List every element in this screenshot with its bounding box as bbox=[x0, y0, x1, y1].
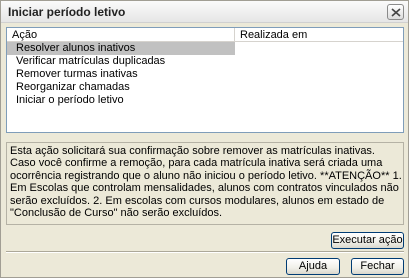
row-done-at bbox=[235, 81, 403, 94]
close-icon bbox=[391, 8, 401, 17]
row-action-label: Verificar matrículas duplicadas bbox=[16, 55, 166, 67]
row-done-at bbox=[235, 42, 403, 55]
list-row-start-period[interactable]: Iniciar o período letivo bbox=[7, 94, 403, 107]
list-row-remove-classes[interactable]: Remover turmas inativas bbox=[7, 68, 403, 81]
row-action-label: Resolver alunos inativos bbox=[7, 42, 235, 55]
info-panel: Esta ação solicitará sua confirmação sob… bbox=[6, 142, 404, 225]
separator bbox=[6, 251, 404, 253]
dialog-window: Iniciar período letivo Ação Realizada em… bbox=[0, 0, 409, 278]
close-dialog-button[interactable]: Fechar bbox=[351, 258, 404, 275]
actions-list[interactable]: Ação Realizada em Resolver alunos inativ… bbox=[6, 27, 404, 133]
list-header: Ação Realizada em bbox=[7, 28, 403, 42]
row-action-label: Remover turmas inativas bbox=[16, 68, 138, 80]
row-done-at bbox=[235, 94, 403, 107]
row-done-at bbox=[235, 55, 403, 68]
close-button[interactable] bbox=[387, 4, 404, 20]
list-row-check-duplicates[interactable]: Verificar matrículas duplicadas bbox=[7, 55, 403, 68]
window-title: Iniciar período letivo bbox=[8, 5, 126, 19]
info-description: Esta ação solicitará sua confirmação sob… bbox=[10, 145, 402, 220]
list-row-reorganize-calls[interactable]: Reorganizar chamadas bbox=[7, 81, 403, 94]
title-bar[interactable]: Iniciar período letivo bbox=[1, 1, 408, 23]
execute-action-button[interactable]: Executar ação bbox=[331, 232, 404, 249]
row-action-label: Iniciar o período letivo bbox=[16, 94, 124, 106]
row-action-label: Reorganizar chamadas bbox=[16, 81, 130, 93]
help-button[interactable]: Ajuda bbox=[286, 258, 340, 275]
row-done-at bbox=[235, 68, 403, 81]
list-row-resolve-inactive[interactable]: Resolver alunos inativos bbox=[7, 42, 403, 55]
column-header-action[interactable]: Ação bbox=[7, 28, 235, 42]
column-header-done-at[interactable]: Realizada em bbox=[235, 28, 403, 42]
